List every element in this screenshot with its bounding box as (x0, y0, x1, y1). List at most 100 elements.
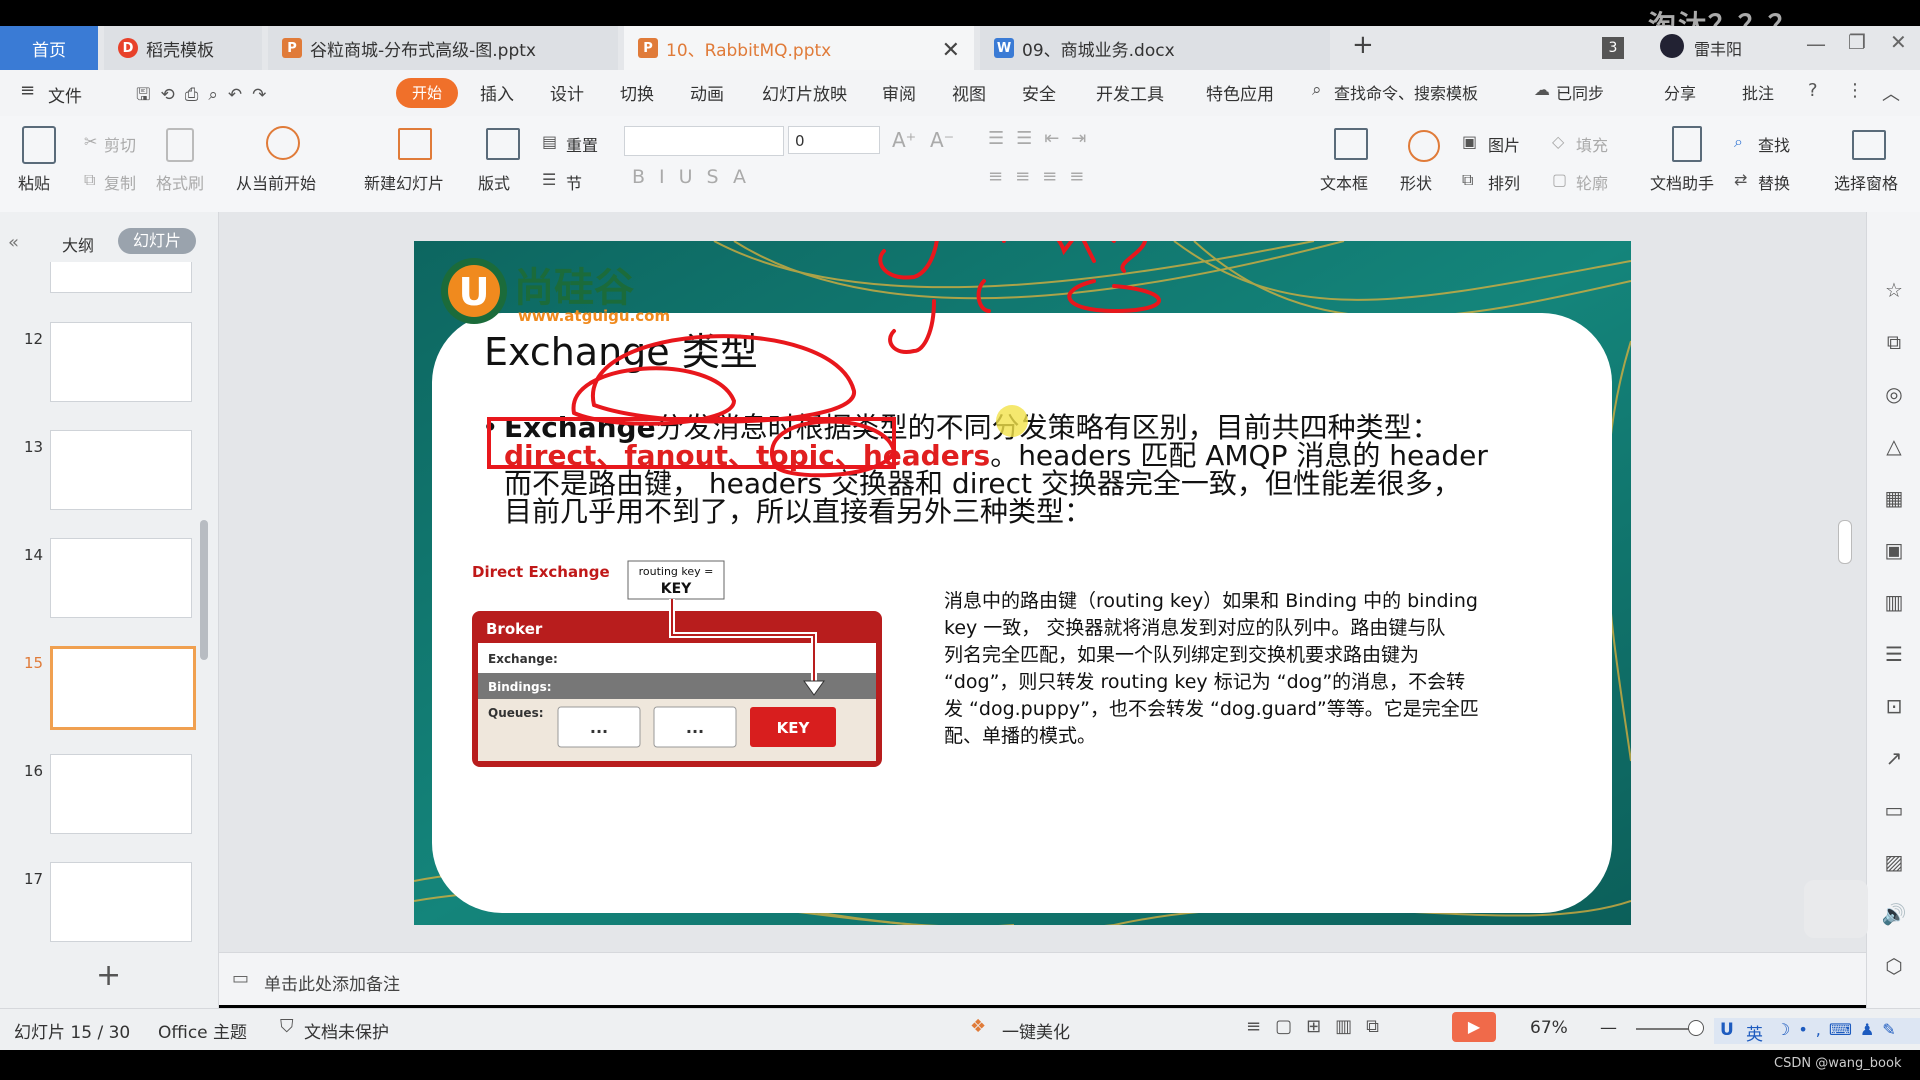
fill-button[interactable]: 填充 (1576, 132, 1608, 156)
cut-button[interactable]: 剪切 (104, 132, 136, 156)
format-painter-button[interactable]: 格式刷 (156, 170, 204, 194)
tab-pptx-rabbitmq[interactable]: P 10、RabbitMQ.pptx ✕ (624, 26, 974, 70)
select-pane-icon[interactable] (1852, 130, 1886, 160)
format-painter-icon[interactable] (166, 128, 194, 162)
increase-font-icon[interactable]: A⁺ (892, 128, 916, 152)
close-icon[interactable]: ✕ (942, 38, 960, 63)
minimize-icon[interactable]: — (1806, 32, 1826, 56)
picture-button[interactable]: 图片 (1488, 132, 1520, 156)
menu-file[interactable]: 文件 (48, 82, 82, 107)
notes-bar[interactable] (219, 952, 1879, 1005)
menu-security[interactable]: 安全 (1022, 80, 1056, 105)
window-count-badge[interactable]: 3 (1602, 37, 1624, 59)
reset-button[interactable]: 重置 (566, 132, 598, 156)
doc-assistant-button[interactable]: 文档助手 (1650, 170, 1714, 194)
layout-icon[interactable] (486, 128, 520, 160)
slide-thumbnail[interactable] (50, 538, 192, 618)
play-icon[interactable] (266, 126, 300, 160)
outline-button[interactable]: 轮廓 (1576, 170, 1608, 194)
slide-thumbnail-current[interactable] (50, 646, 196, 730)
menu-view[interactable]: 视图 (952, 80, 986, 105)
canvas-scrollbar[interactable] (1838, 520, 1852, 564)
decrease-font-icon[interactable]: A⁻ (930, 128, 954, 152)
document-protection[interactable]: 文档未保护 (304, 1018, 389, 1043)
text-format-icons[interactable]: BIUSA (632, 166, 760, 188)
menu-transition[interactable]: 切换 (620, 80, 654, 105)
slide-thumbnail[interactable] (50, 754, 192, 834)
avatar[interactable] (1660, 34, 1684, 58)
play-slideshow-button[interactable]: ▶ (1452, 1012, 1496, 1042)
replace-icon[interactable]: ⇄ (1734, 170, 1747, 189)
collapse-panel-icon[interactable]: « (8, 232, 19, 253)
menu-review[interactable]: 审阅 (882, 80, 916, 105)
restore-icon[interactable]: ❐ (1848, 30, 1866, 54)
new-slide-icon[interactable] (398, 128, 432, 160)
menu-design[interactable]: 设计 (550, 80, 584, 105)
doc-assistant-icon[interactable] (1672, 126, 1702, 162)
textbox-icon[interactable] (1334, 128, 1368, 160)
slide-thumbnail[interactable] (50, 430, 192, 510)
zoom-slider[interactable] (1636, 1028, 1696, 1030)
tab-docx[interactable]: W 09、商城业务.docx (980, 26, 1330, 70)
menu-start[interactable]: 开始 (396, 78, 458, 108)
collapse-ribbon-icon[interactable]: ︿ (1882, 80, 1900, 106)
tab-home[interactable]: 首页 (0, 26, 98, 70)
add-slide-button[interactable]: + (96, 958, 121, 993)
more-icon[interactable]: ⋮ (1846, 80, 1864, 101)
help-icon[interactable]: ? (1808, 80, 1818, 101)
right-sidebar-icons[interactable]: ☆ ⧉ ◎ △ ▦ ▣ ▥ ☰ ⊡ ↗ ▭ ▨ 🔊 ⬡ (1880, 264, 1908, 992)
share-button[interactable]: 分享 (1664, 80, 1696, 104)
ime-tool-icons[interactable]: ☽•,⌨♟✎ (1776, 1020, 1904, 1039)
paragraph-icons[interactable]: ☰☰⇤⇥ (988, 128, 1098, 149)
tab-slides[interactable]: 幻灯片 (118, 228, 196, 254)
arrange-icon[interactable]: ⧉ (1462, 170, 1473, 190)
thumbnail-scrollbar[interactable] (200, 520, 208, 660)
tab-daoke-templates[interactable]: D 稻壳模板 (104, 26, 262, 70)
align-icons[interactable]: ≡≡≡≡ (988, 166, 1096, 187)
video-widget[interactable] (1804, 880, 1868, 938)
tab-pptx-gulimall[interactable]: P 谷粒商城-分布式高级-图.pptx (268, 26, 618, 70)
close-window-icon[interactable]: ✕ (1890, 30, 1907, 54)
add-tab-button[interactable]: + (1352, 30, 1374, 60)
ime-language[interactable]: 英 (1746, 1020, 1763, 1045)
scissors-icon[interactable]: ✂ (84, 132, 97, 151)
select-pane-button[interactable]: 选择窗格 (1834, 170, 1898, 194)
paste-button[interactable]: 粘贴 (18, 170, 50, 194)
menu-animation[interactable]: 动画 (690, 80, 724, 105)
hamburger-icon[interactable]: ≡ (20, 80, 35, 101)
play-from-current-button[interactable]: 从当前开始 (236, 170, 316, 194)
zoom-slider-handle[interactable] (1688, 1020, 1704, 1036)
menu-features[interactable]: 特色应用 (1206, 80, 1274, 105)
notes-placeholder[interactable]: 单击此处添加备注 (264, 970, 400, 995)
new-slide-button[interactable]: 新建幻灯片 (364, 170, 444, 194)
copy-icon[interactable]: ⧉ (84, 170, 95, 190)
fill-icon[interactable]: ◇ (1552, 132, 1564, 151)
view-mode-icons[interactable]: ≡▢⊞▥⧉ (1246, 1016, 1393, 1037)
textbox-button[interactable]: 文本框 (1320, 170, 1368, 194)
slide-thumbnail[interactable] (50, 322, 192, 402)
slide-thumbnail[interactable] (50, 262, 192, 293)
theme-name[interactable]: Office 主题 (158, 1018, 247, 1043)
quick-access-icons[interactable]: 🖫⟲⎙⌕↶↷ (136, 82, 276, 111)
replace-button[interactable]: 替换 (1758, 170, 1790, 194)
zoom-out-icon[interactable]: — (1600, 1018, 1617, 1038)
menu-insert[interactable]: 插入 (480, 80, 514, 105)
clipboard-icon[interactable] (22, 126, 56, 164)
shape-button[interactable]: 形状 (1400, 170, 1432, 194)
layout-button[interactable]: 版式 (478, 170, 510, 194)
arrange-button[interactable]: 排列 (1488, 170, 1520, 194)
slide-thumbnail[interactable] (50, 862, 192, 942)
section-button[interactable]: 节 (566, 170, 582, 194)
outline-icon[interactable]: ▢ (1552, 170, 1567, 189)
font-family-select[interactable] (624, 126, 784, 156)
tab-outline[interactable]: 大纲 (62, 232, 94, 256)
synced-status[interactable]: 已同步 (1556, 80, 1604, 104)
menu-slideshow[interactable]: 幻灯片放映 (762, 80, 847, 105)
reset-icon[interactable]: ▤ (542, 132, 557, 151)
search-icon[interactable]: ⌕ (1312, 80, 1322, 100)
copy-button[interactable]: 复制 (104, 170, 136, 194)
find-icon[interactable]: ⌕ (1734, 132, 1743, 152)
one-click-beautify[interactable]: 一键美化 (1002, 1018, 1070, 1043)
font-size-select[interactable]: 0 (788, 126, 880, 154)
menu-devtools[interactable]: 开发工具 (1096, 80, 1164, 105)
